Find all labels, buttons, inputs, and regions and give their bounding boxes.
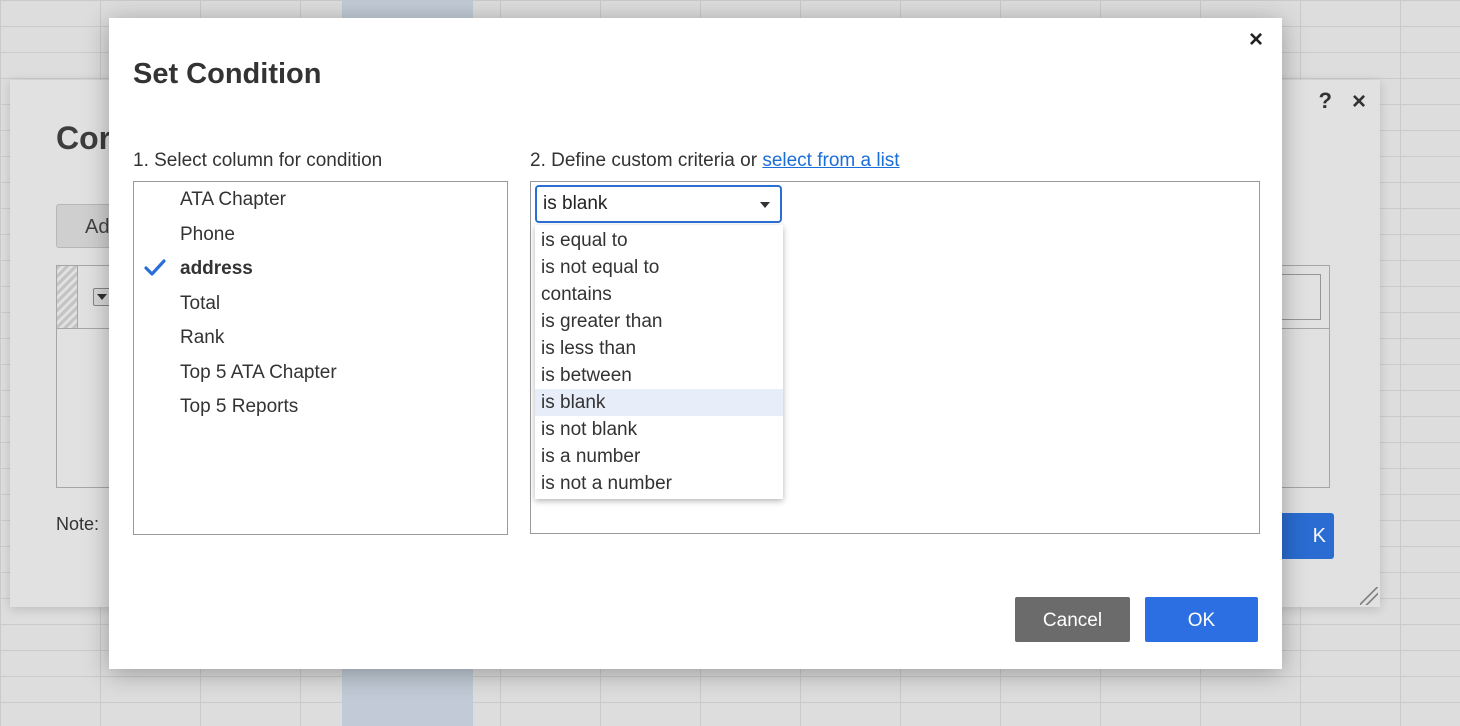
column-item-label: Top 5 Reports xyxy=(180,396,299,417)
column-item-top5-ata-chapter[interactable]: Top 5 ATA Chapter xyxy=(134,356,507,391)
criteria-dropdown: is equal to is not equal to contains is … xyxy=(535,225,783,499)
option-is-not-a-number[interactable]: is not a number xyxy=(535,470,783,497)
column-item-top5-reports[interactable]: Top 5 Reports xyxy=(134,390,507,425)
column-item-label: Phone xyxy=(180,223,235,245)
criteria-panel: is blank is equal to is not equal to con… xyxy=(530,181,1260,534)
ok-button[interactable]: OK xyxy=(1145,597,1258,642)
step2-label: 2. Define custom criteria or select from… xyxy=(530,150,900,172)
column-item-total[interactable]: Total xyxy=(134,287,507,322)
column-item-rank[interactable]: Rank xyxy=(134,321,507,356)
column-list: ATA Chapter Phone address Total Rank Top… xyxy=(133,181,508,535)
column-item-label: address xyxy=(180,258,253,279)
option-is-not-equal-to[interactable]: is not equal to xyxy=(535,254,783,281)
criteria-select-value: is blank xyxy=(543,193,608,214)
option-is-between[interactable]: is between xyxy=(535,362,783,389)
column-item-label: Total xyxy=(180,292,221,314)
chevron-down-icon xyxy=(760,202,770,208)
column-item-address[interactable]: address xyxy=(134,252,507,287)
cancel-button[interactable]: Cancel xyxy=(1015,597,1130,642)
option-contains[interactable]: contains xyxy=(535,281,783,308)
column-item-ata-chapter[interactable]: ATA Chapter xyxy=(134,183,507,218)
close-icon[interactable]: × xyxy=(1244,28,1268,52)
column-item-label: ATA Chapter xyxy=(180,189,286,210)
criteria-select[interactable]: is blank xyxy=(535,185,782,223)
set-condition-dialog: × Set Condition 1. Select column for con… xyxy=(109,18,1282,669)
column-item-label: Top 5 ATA Chapter xyxy=(180,361,337,383)
column-item-label: Rank xyxy=(180,327,225,348)
option-is-not-blank[interactable]: is not blank xyxy=(535,416,783,443)
step1-label: 1. Select column for condition xyxy=(133,150,383,171)
option-is-equal-to[interactable]: is equal to xyxy=(535,227,783,254)
step2-prefix: 2. Define custom criteria or xyxy=(530,150,763,171)
option-is-greater-than[interactable]: is greater than xyxy=(535,308,783,335)
option-is-blank[interactable]: is blank xyxy=(535,389,783,416)
select-from-list-link[interactable]: select from a list xyxy=(762,150,899,171)
option-is-less-than[interactable]: is less than xyxy=(535,335,783,362)
dialog-title: Set Condition xyxy=(133,58,322,90)
option-is-a-number[interactable]: is a number xyxy=(535,443,783,470)
checkmark-icon xyxy=(144,259,166,276)
column-item-phone[interactable]: Phone xyxy=(134,218,507,253)
